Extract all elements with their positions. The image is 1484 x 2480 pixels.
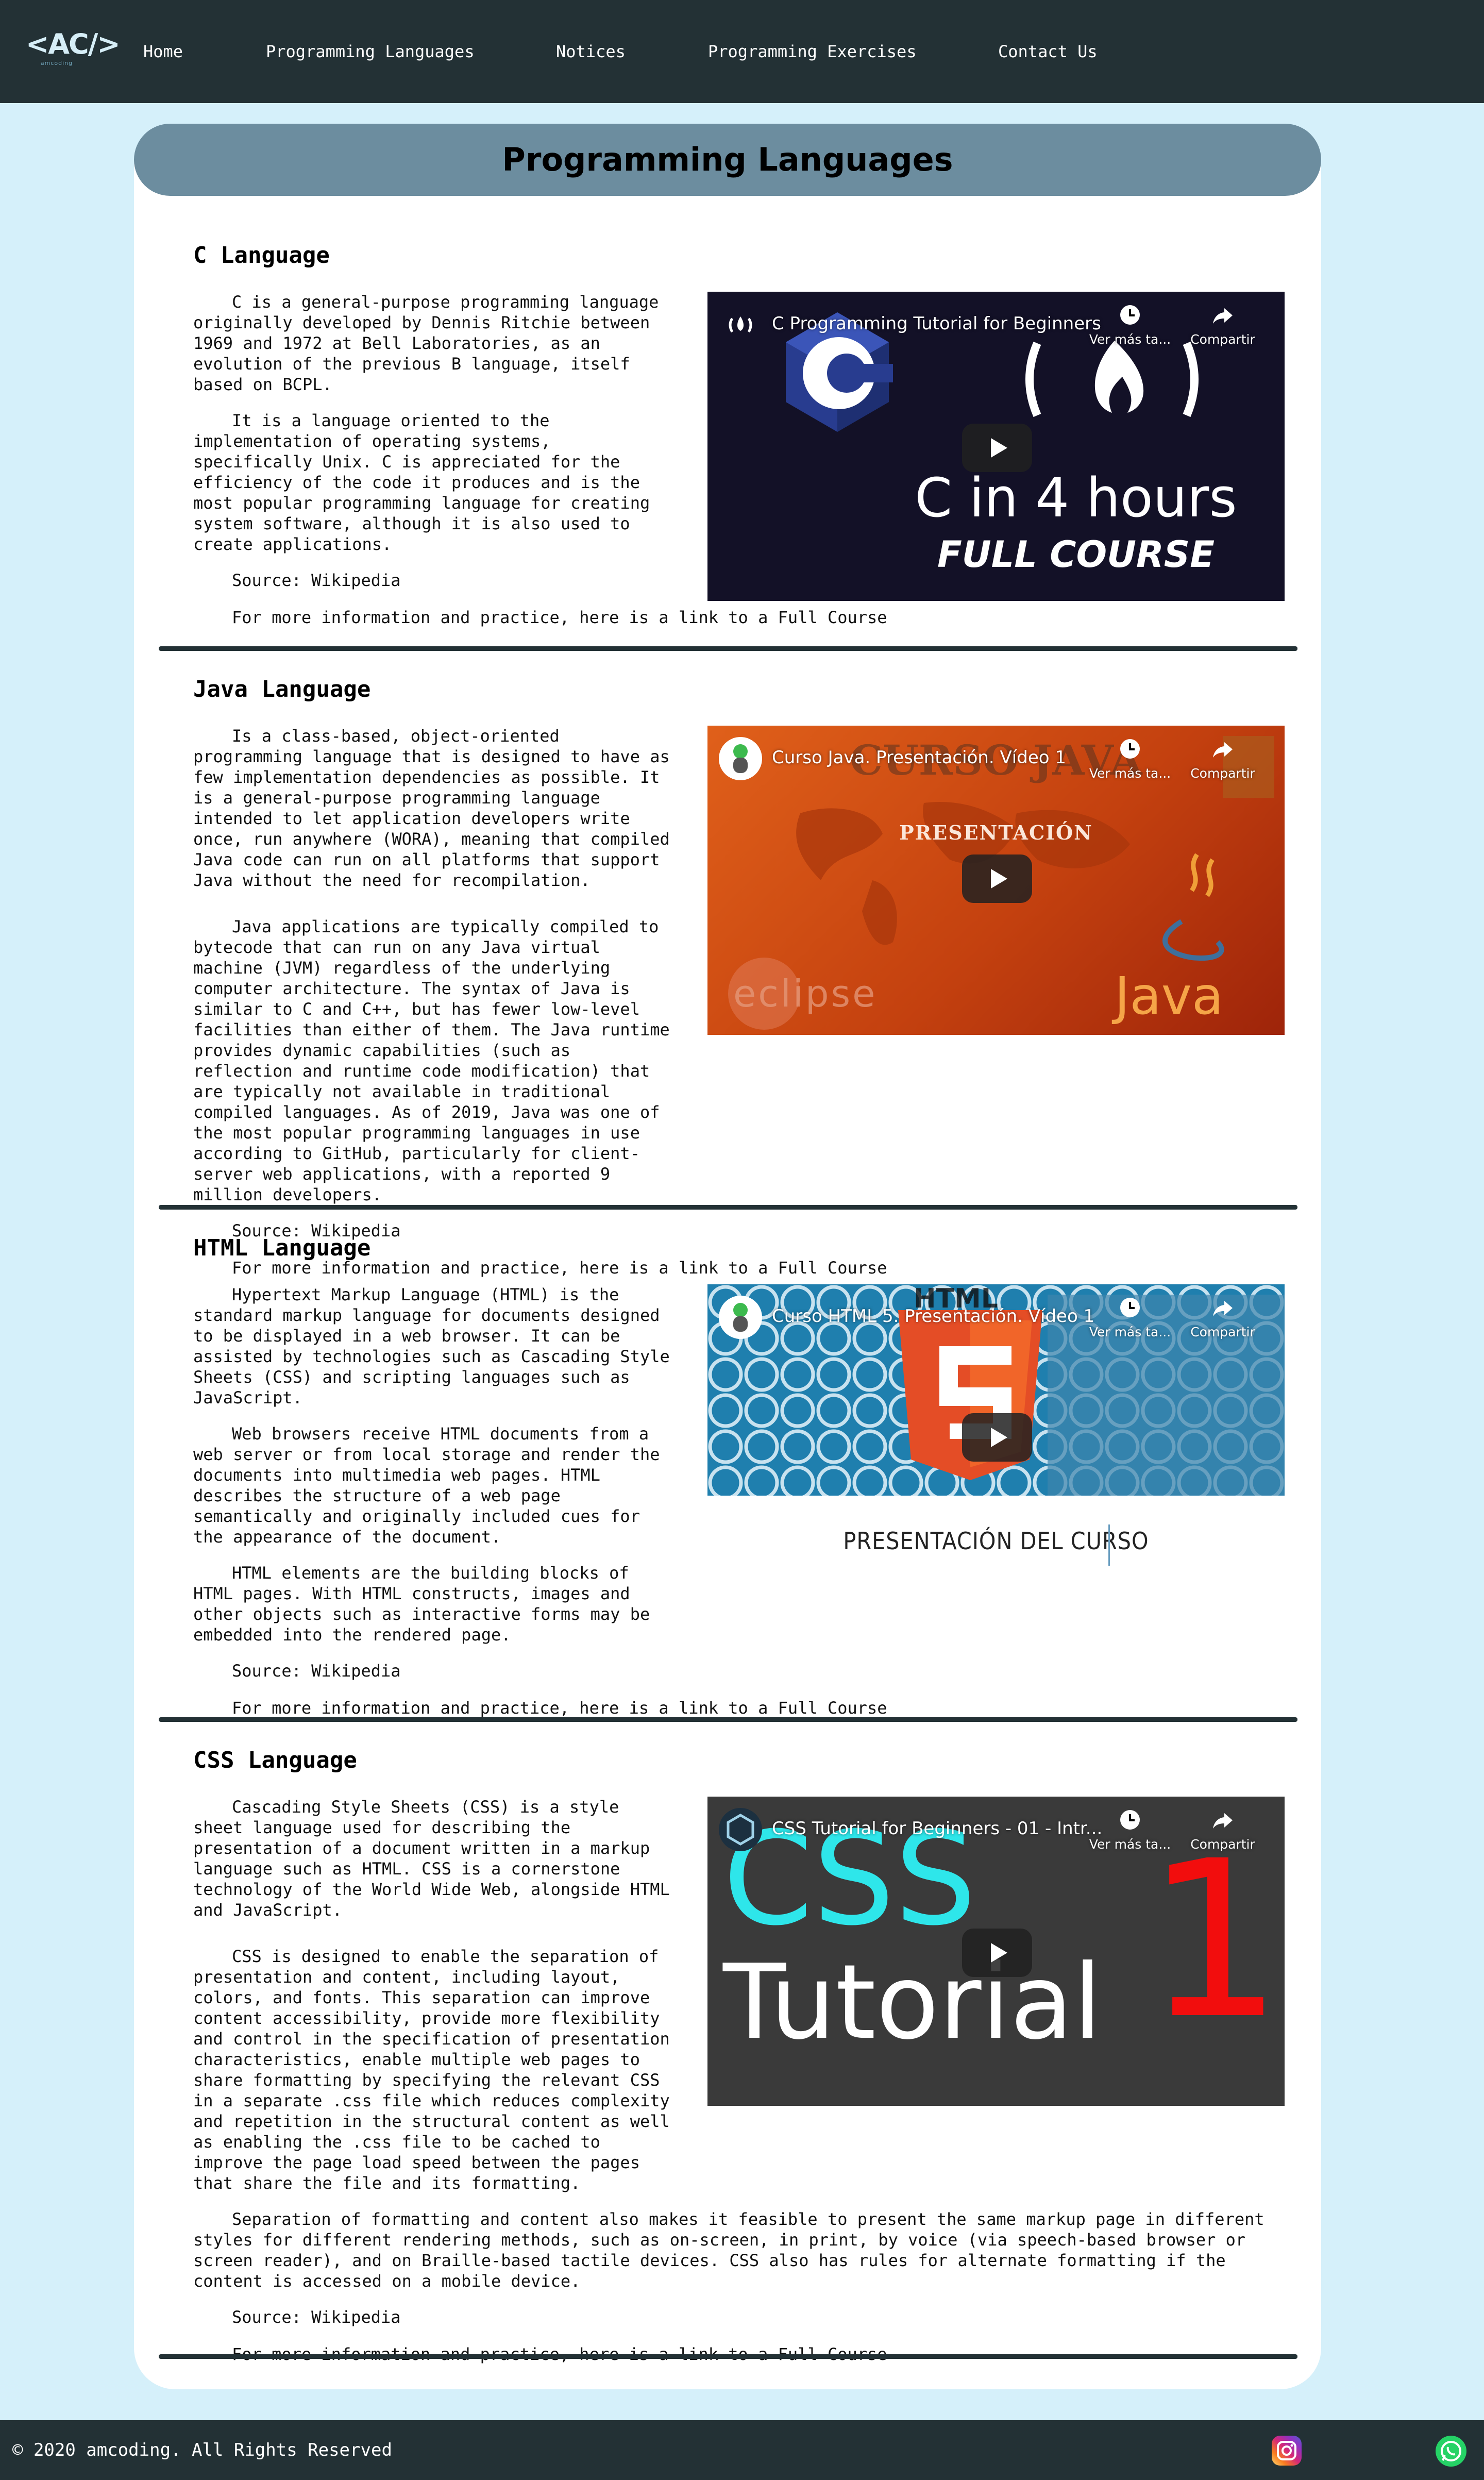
- section-divider: [159, 1717, 1297, 1722]
- section-divider: [159, 646, 1297, 651]
- nav-contact-us[interactable]: Contact Us: [998, 40, 1098, 63]
- site-logo[interactable]: <AC/> amcoding: [26, 28, 121, 70]
- footer: © 2020 amcoding. All Rights Reserved: [0, 2420, 1484, 2480]
- navbar: <AC/> amcoding Home Programming Language…: [0, 0, 1484, 103]
- paragraph: Web browsers receive HTML documents from…: [193, 1424, 660, 1547]
- whatsapp-icon[interactable]: [1436, 2436, 1466, 2467]
- paragraph: Is a class-based, object-oriented progra…: [193, 726, 670, 890]
- section-text: C is a general-purpose programming langu…: [193, 292, 1275, 644]
- section-heading: C Language: [193, 242, 330, 269]
- paragraph: Separation of formatting and content als…: [193, 2209, 1264, 2291]
- paragraph: Java applications are typically compiled…: [193, 917, 670, 1204]
- section-heading: HTML Language: [193, 1235, 371, 1261]
- section-text: Hypertext Markup Language (HTML) is the …: [193, 1284, 1275, 1735]
- source-text: Source: Wikipedia: [232, 571, 401, 590]
- paragraph: C is a general-purpose programming langu…: [193, 292, 659, 394]
- nav-notices[interactable]: Notices: [556, 40, 626, 63]
- logo-subtitle: amcoding: [40, 60, 73, 66]
- section-text-wide: CSS is designed to enable the separation…: [193, 1946, 1275, 2381]
- nav-home[interactable]: Home: [143, 40, 183, 63]
- section-divider: [159, 2354, 1297, 2359]
- section-heading: Java Language: [193, 676, 371, 702]
- paragraph: It is a language oriented to the impleme…: [193, 411, 650, 554]
- section-heading: CSS Language: [193, 1747, 357, 1773]
- paragraph: Cascading Style Sheets (CSS) is a style …: [193, 1797, 670, 1920]
- section-text: Cascading Style Sheets (CSS) is a style …: [193, 1797, 1275, 1936]
- nav-programming-exercises[interactable]: Programming Exercises: [708, 40, 917, 63]
- content-card: Programming Languages C Language C in 4 …: [134, 124, 1321, 2389]
- copyright-text: © 2020 amcoding. All Rights Reserved: [12, 2440, 392, 2460]
- source-text: Source: Wikipedia: [232, 1661, 401, 1681]
- full-course-link[interactable]: For more information and practice, here …: [193, 607, 1275, 628]
- paragraph: CSS is designed to enable the separation…: [193, 1947, 670, 2193]
- section-text: Is a class-based, object-oriented progra…: [193, 726, 1275, 906]
- logo-mark: <AC/>: [26, 28, 121, 60]
- paragraph: Hypertext Markup Language (HTML) is the …: [193, 1285, 670, 1407]
- page-title: Programming Languages: [134, 124, 1321, 196]
- nav-programming-languages[interactable]: Programming Languages: [266, 40, 475, 63]
- section-divider: [159, 1205, 1297, 1210]
- paragraph: HTML elements are the building blocks of…: [193, 1563, 650, 1645]
- instagram-icon[interactable]: [1272, 2436, 1302, 2466]
- source-text: Source: Wikipedia: [232, 2307, 401, 2327]
- full-course-link[interactable]: For more information and practice, here …: [193, 1698, 1275, 1718]
